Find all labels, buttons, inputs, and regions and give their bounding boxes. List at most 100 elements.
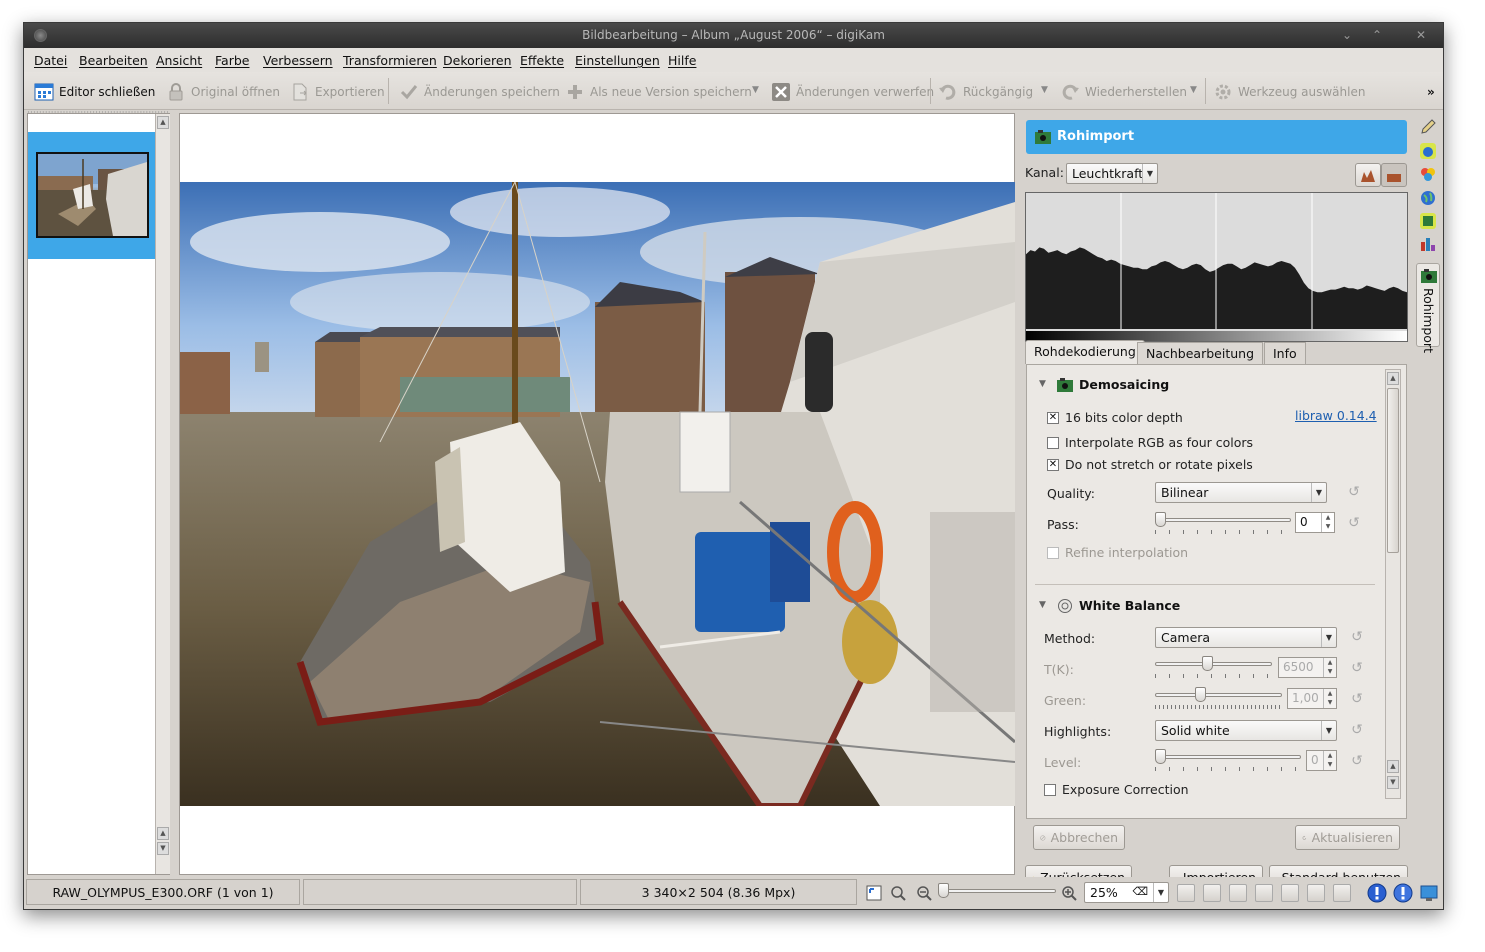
underexposure-warning-icon[interactable]	[1367, 883, 1387, 903]
zoom-in-icon[interactable]	[1061, 885, 1077, 901]
overexposure-warning-icon[interactable]	[1393, 883, 1413, 903]
reset-method-icon[interactable]: ↺	[1349, 630, 1365, 646]
color-managed-view-icon[interactable]	[1229, 884, 1247, 902]
channel-select[interactable]: Leuchtkraft ▼	[1066, 163, 1158, 184]
undo-button[interactable]: Rückgängig	[938, 81, 1033, 103]
zoom-slider[interactable]	[938, 882, 1056, 904]
menu-farbe[interactable]: Farbe	[215, 53, 249, 68]
collapse-arrow-icon[interactable]: ▼	[1039, 600, 1046, 610]
thumbnail-image[interactable]	[36, 152, 149, 238]
slider-handle[interactable]	[1202, 656, 1213, 671]
linear-scale-button[interactable]	[1355, 163, 1381, 187]
update-button[interactable]: Aktualisieren	[1295, 825, 1400, 850]
pass-slider[interactable]	[1155, 511, 1291, 534]
scroll-up-arrow-icon[interactable]: ▲	[1387, 372, 1399, 385]
spin-arrows-icon[interactable]: ▲ ▼	[1323, 689, 1336, 708]
maximize-button[interactable]: ⌃	[1367, 26, 1387, 44]
reset-highlights-icon[interactable]: ↺	[1349, 723, 1365, 739]
reset-temperature-icon[interactable]: ↺	[1349, 661, 1365, 677]
tags-icon[interactable]	[1420, 213, 1436, 229]
cancel-button[interactable]: Abbrechen	[1033, 825, 1125, 850]
toolbar-overflow-button[interactable]: »	[1427, 81, 1435, 103]
minimize-button[interactable]: ⌄	[1337, 26, 1357, 44]
spin-arrows-icon[interactable]: ▲ ▼	[1323, 658, 1336, 677]
redo-chevron-down-icon[interactable]: ▼	[1190, 85, 1197, 95]
save-changes-button[interactable]: Änderungen speichern	[399, 81, 560, 103]
scroll-up-arrow-icon[interactable]: ▲	[157, 827, 169, 840]
scroll-up-arrow-icon[interactable]: ▲	[157, 116, 169, 129]
mirror-view-icon[interactable]	[1307, 884, 1325, 902]
thumbnail-selected[interactable]	[28, 132, 155, 259]
libraw-version-link[interactable]: libraw 0.14.4	[1295, 408, 1377, 423]
log-scale-button[interactable]	[1381, 163, 1407, 187]
zoom-fit-selection-icon[interactable]	[890, 885, 906, 901]
level-slider[interactable]	[1155, 748, 1301, 771]
export-button[interactable]: Exportieren	[290, 81, 385, 103]
slider-handle[interactable]	[1195, 687, 1206, 702]
menu-transformieren[interactable]: Transformieren	[343, 53, 437, 68]
zoom-out-icon[interactable]	[916, 885, 932, 901]
softproof-icon[interactable]	[1255, 884, 1273, 902]
settings-scrollbar[interactable]: ▲ ▲ ▼	[1385, 369, 1401, 799]
exposure-correction-checkbox[interactable]	[1044, 784, 1056, 796]
spin-arrows-icon[interactable]: ▲ ▼	[1323, 751, 1336, 770]
compare-view-icon[interactable]	[1281, 884, 1299, 902]
scroll-down-arrow-icon[interactable]: ▼	[1387, 776, 1399, 789]
undo-chevron-down-icon[interactable]: ▼	[1041, 85, 1048, 95]
menu-hilfe[interactable]: Hilfe	[668, 53, 696, 68]
interpolate-checkbox[interactable]	[1047, 437, 1059, 449]
thumbnail-scrollbar[interactable]: ▲ ▲ ▼	[155, 114, 170, 874]
overexposure-indicator-icon[interactable]	[1203, 884, 1221, 902]
menu-effekte[interactable]: Effekte	[520, 53, 564, 68]
green-slider[interactable]	[1155, 686, 1282, 709]
slider-handle[interactable]	[1155, 512, 1166, 527]
quality-select[interactable]: Bilinear ▼	[1155, 482, 1327, 503]
save-as-version-button[interactable]: Als neue Version speichern	[565, 81, 752, 103]
menu-ansicht[interactable]: Ansicht	[156, 53, 202, 68]
discard-changes-button[interactable]: Änderungen verwerfen	[771, 81, 934, 103]
close-editor-button[interactable]: Editor schließen	[34, 81, 155, 103]
demosaicing-header[interactable]: Demosaicing	[1079, 377, 1169, 392]
zoom-combo[interactable]: 25% ⌫ ▼	[1084, 882, 1169, 903]
scrollbar-thumb[interactable]	[1387, 388, 1399, 553]
level-spinbox[interactable]: 0 ▲ ▼	[1306, 750, 1337, 771]
split-view-icon[interactable]	[1333, 884, 1351, 902]
redo-button[interactable]: Wiederherstellen	[1060, 81, 1187, 103]
no-stretch-checkbox[interactable]: ✕	[1047, 459, 1059, 471]
globe-icon[interactable]	[1420, 190, 1436, 206]
save-as-version-chevron-down-icon[interactable]: ▼	[752, 85, 759, 95]
tab-info[interactable]: Info	[1264, 342, 1306, 364]
color-labels-icon[interactable]	[1420, 166, 1436, 182]
menu-bearbeiten[interactable]: Bearbeiten	[79, 53, 148, 68]
fullscreen-monitor-icon[interactable]	[1420, 884, 1438, 902]
fit-to-window-icon[interactable]	[866, 885, 882, 901]
pass-spinbox[interactable]: 0 ▲ ▼	[1295, 512, 1335, 533]
scroll-down-arrow-icon[interactable]: ▼	[157, 842, 169, 855]
pencil-icon[interactable]	[1420, 119, 1436, 135]
tab-rohdekodierung[interactable]: Rohdekodierung	[1025, 340, 1145, 364]
menu-verbessern[interactable]: Verbessern	[263, 53, 333, 68]
reset-pass-icon[interactable]: ↺	[1346, 516, 1362, 532]
tab-rohimport-side[interactable]: Rohimport	[1416, 263, 1440, 353]
bits-depth-checkbox[interactable]: ✕	[1047, 412, 1059, 424]
underexposure-indicator-icon[interactable]	[1177, 884, 1195, 902]
info-icon[interactable]	[1420, 143, 1436, 159]
menu-dekorieren[interactable]: Dekorieren	[443, 53, 512, 68]
close-window-button[interactable]: ✕	[1411, 26, 1431, 44]
reset-green-icon[interactable]: ↺	[1349, 692, 1365, 708]
photo-preview[interactable]	[180, 182, 1015, 806]
white-balance-header[interactable]: White Balance	[1079, 598, 1180, 613]
clear-field-icon[interactable]: ⌫	[1132, 885, 1148, 898]
temperature-slider[interactable]	[1155, 655, 1272, 678]
refine-checkbox[interactable]	[1047, 547, 1059, 559]
temperature-spinbox[interactable]: 6500 ▲ ▼	[1278, 657, 1337, 678]
scroll-up-arrow-icon[interactable]: ▲	[1387, 760, 1399, 773]
reset-quality-icon[interactable]: ↺	[1346, 485, 1362, 501]
menu-datei[interactable]: Datei	[34, 53, 67, 68]
collapse-arrow-icon[interactable]: ▼	[1039, 379, 1046, 389]
choose-tool-button[interactable]: Werkzeug auswählen	[1213, 81, 1365, 103]
reset-level-icon[interactable]: ↺	[1349, 754, 1365, 770]
open-original-button[interactable]: Original öffnen	[166, 81, 280, 103]
menu-einstellungen[interactable]: Einstellungen	[575, 53, 660, 68]
splitter-handle[interactable]	[28, 110, 169, 114]
